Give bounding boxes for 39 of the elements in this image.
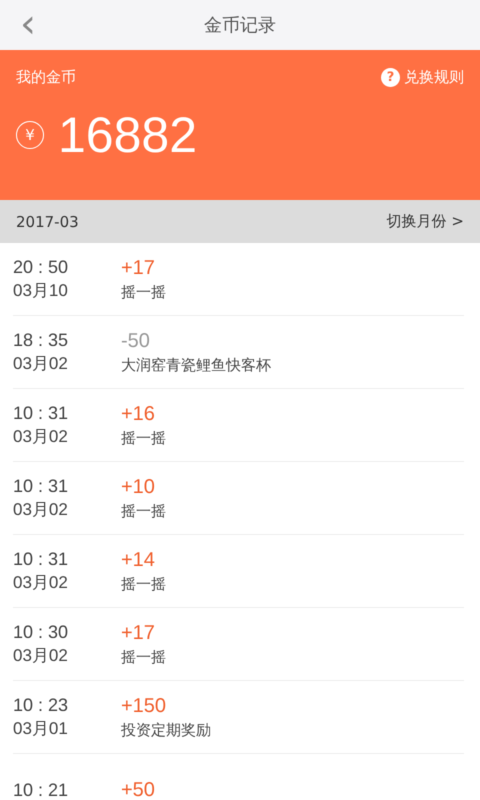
record-description: 摇一摇 <box>121 646 166 668</box>
record-description: 摇一摇 <box>121 282 166 302</box>
record-description: 投资定期奖励 <box>121 720 211 740</box>
record-amount: +150 <box>121 694 168 718</box>
record-time: 10 : 31 <box>13 402 70 425</box>
balance-label: 我的金币 <box>16 68 76 87</box>
page-title: 金币记录 <box>204 14 276 37</box>
record-date: 03月02 <box>13 645 69 667</box>
coin-icon: ¥ <box>16 121 44 149</box>
record-date: 03月02 <box>13 353 69 375</box>
record-date: 03月02 <box>13 572 69 594</box>
switch-month-link[interactable]: 切换月份 > <box>386 212 464 231</box>
record-amount: -50 <box>121 328 151 354</box>
record-amount: +10 <box>121 474 156 500</box>
record-amount: +50 <box>121 778 155 800</box>
record-time: 20 : 50 <box>13 256 70 279</box>
record-amount: +14 <box>121 548 156 572</box>
back-button[interactable]: ‹ <box>14 4 42 44</box>
record-time: 10 : 23 <box>13 694 70 717</box>
record-date: 03月01 <box>13 718 69 740</box>
record-date: 03月10 <box>13 280 69 302</box>
record-time: 10 : 21 <box>13 779 70 800</box>
record-date: 03月02 <box>13 499 69 521</box>
record-description: 摇一摇 <box>121 428 166 448</box>
record-amount: +16 <box>121 402 156 426</box>
record-description: 大润窑青瓷鲤鱼快客杯 <box>121 354 271 376</box>
record-description: 摇一摇 <box>121 574 166 594</box>
record-amount: +17 <box>121 620 156 646</box>
month-label: 2017-03 <box>16 212 79 230</box>
record-time: 10 : 31 <box>13 475 70 498</box>
record-time: 18 : 35 <box>13 329 70 352</box>
record-date: 03月02 <box>13 426 69 448</box>
record-time: 10 : 31 <box>13 548 70 571</box>
balance-amount: 16882 <box>58 106 198 165</box>
help-icon: ? <box>381 68 400 87</box>
rules-link[interactable]: ? 兑换规则 <box>381 68 464 87</box>
record-time: 10 : 30 <box>13 621 70 644</box>
record-amount: +17 <box>121 256 156 280</box>
record-description: 摇一摇 <box>121 500 166 522</box>
